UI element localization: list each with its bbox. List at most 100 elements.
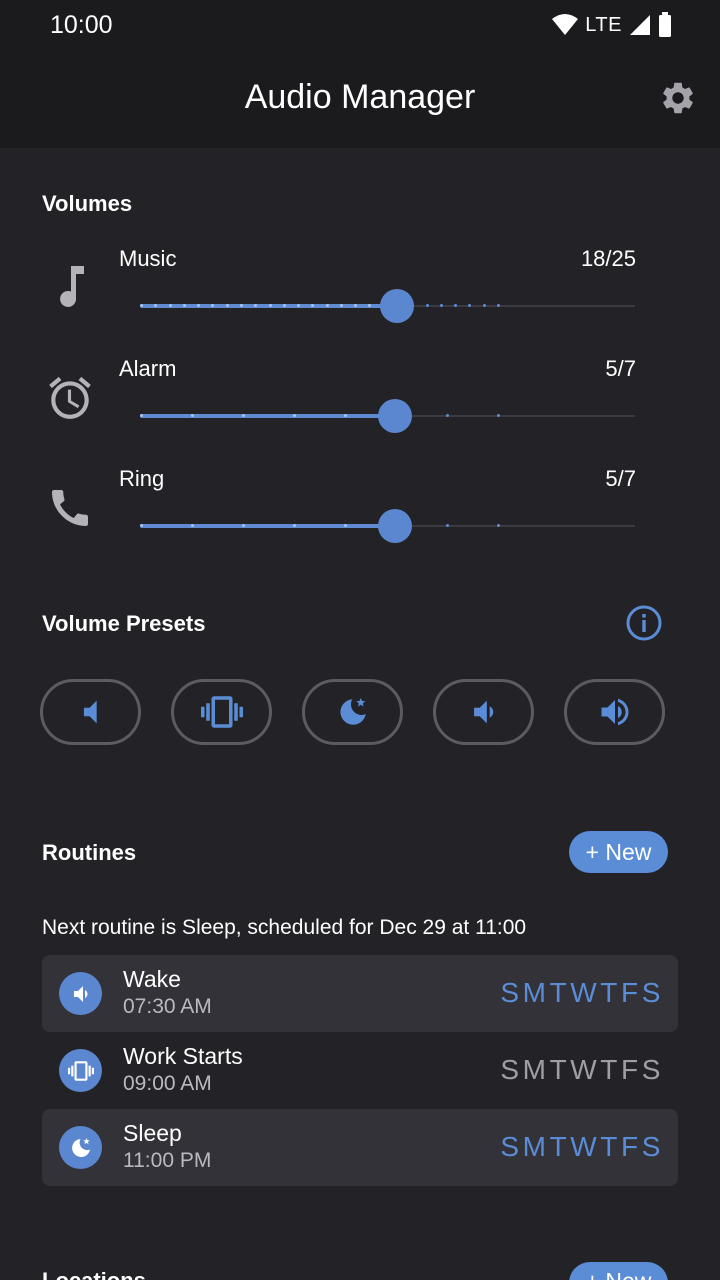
moon-star-icon: [71, 1137, 90, 1157]
settings-button[interactable]: [658, 78, 698, 118]
slider-tick: [211, 304, 214, 307]
routine-item-sleep[interactable]: Sleep 11:00 PM SMTWTFS: [42, 1109, 678, 1186]
slider-tick: [497, 414, 500, 417]
next-section-title: Locations: [42, 1268, 146, 1280]
slider-tick: [344, 414, 347, 417]
preset-mute-button[interactable]: [40, 679, 141, 745]
routine-time: 11:00 PM: [123, 1149, 212, 1172]
slider-tick: [440, 304, 443, 307]
slider-tick: [169, 304, 172, 307]
slider-tick: [297, 304, 300, 307]
network-type: LTE: [585, 13, 622, 36]
slider-tick: [140, 524, 143, 527]
phone-icon: [42, 480, 98, 536]
slider-tick: [497, 304, 500, 307]
slider-tick: [242, 414, 245, 417]
routine-days: SMTWTFS: [500, 1131, 664, 1162]
routine-icon: [59, 972, 102, 1015]
slider-tick: [269, 304, 272, 307]
music-note-icon: [42, 258, 98, 314]
battery-icon: [659, 12, 671, 37]
gear-icon: [663, 82, 693, 114]
volume-low-icon: [473, 700, 493, 724]
volume-low-icon: [73, 985, 87, 1002]
new-routine-button[interactable]: + New: [569, 831, 668, 873]
routine-name: Wake: [123, 966, 181, 992]
routine-icon: [59, 1126, 102, 1169]
slider-tick: [454, 304, 457, 307]
routine-days: SMTWTFS: [500, 1054, 664, 1085]
volume-high-icon: [601, 698, 628, 726]
slider-tick: [183, 304, 186, 307]
volume-label: Ring: [119, 466, 165, 491]
slider-tick: [240, 304, 243, 307]
volume-mute-icon: [83, 700, 97, 724]
volume-value: 5/7: [605, 356, 636, 381]
status-icons: LTE: [551, 12, 672, 38]
ring-volume-slider[interactable]: [140, 506, 635, 546]
alarm-clock-icon: [42, 370, 98, 426]
slider-tick: [340, 304, 343, 307]
volumes-title: Volumes: [42, 191, 133, 216]
preset-sleep-button[interactable]: [302, 679, 403, 745]
slider-tick: [226, 304, 229, 307]
slider-tick: [293, 524, 296, 527]
volume-label: Music: [119, 246, 177, 271]
volume-row-music: Music 18/25: [0, 240, 720, 340]
routine-item-work-starts[interactable]: Work Starts 09:00 AM SMTWTFS: [42, 1032, 678, 1109]
vibrate-icon: [67, 1060, 94, 1081]
preset-high-volume-button[interactable]: [564, 679, 665, 745]
slider-fill: [140, 524, 395, 528]
routines-title: Routines: [42, 840, 137, 865]
moon-star-icon: [339, 697, 366, 725]
volume-value: 18/25: [580, 246, 636, 271]
slider-thumb[interactable]: [378, 509, 412, 543]
slider-tick: [197, 304, 200, 307]
slider-tick: [497, 524, 500, 527]
volume-value: 5/7: [605, 466, 636, 491]
slider-tick: [140, 414, 143, 417]
slider-tick: [446, 524, 449, 527]
volume-row-ring: Ring 5/7: [0, 460, 720, 560]
slider-fill: [140, 414, 395, 418]
app-title: Audio Manager: [244, 78, 476, 116]
wifi-icon: [552, 14, 579, 35]
slider-tick: [354, 304, 357, 307]
next-routine-text: Next routine is Sleep, scheduled for Dec…: [42, 916, 527, 939]
slider-tick: [468, 304, 471, 307]
alarm-volume-slider[interactable]: [140, 396, 635, 436]
slider-tick: [191, 414, 194, 417]
preset-low-volume-button[interactable]: [433, 679, 534, 745]
slider-tick: [483, 304, 486, 307]
slider-tick: [344, 524, 347, 527]
app-bar: Audio Manager: [0, 52, 720, 148]
status-bar: 10:00 LTE: [0, 0, 720, 52]
routine-name: Sleep: [123, 1120, 182, 1146]
new-location-button[interactable]: + New: [569, 1262, 668, 1280]
routine-time: 07:30 AM: [123, 995, 212, 1018]
slider-tick: [191, 524, 194, 527]
slider-tick: [283, 304, 286, 307]
volume-label: Alarm: [119, 356, 177, 381]
slider-tick: [446, 414, 449, 417]
cell-signal-icon: [630, 15, 650, 35]
routine-time: 09:00 AM: [123, 1072, 212, 1095]
routine-icon: [59, 1049, 102, 1092]
routine-days: SMTWTFS: [500, 977, 664, 1008]
presets-info-button[interactable]: [625, 604, 663, 642]
slider-tick: [311, 304, 314, 307]
slider-tick: [242, 524, 245, 527]
slider-tick: [368, 304, 371, 307]
status-time: 10:00: [50, 11, 113, 39]
slider-tick: [293, 414, 296, 417]
slider-thumb[interactable]: [378, 399, 412, 433]
routine-name: Work Starts: [123, 1043, 243, 1069]
preset-vibrate-button[interactable]: [171, 679, 272, 745]
slider-thumb[interactable]: [380, 289, 414, 323]
slider-tick: [154, 304, 157, 307]
vibrate-icon: [200, 696, 243, 728]
slider-tick: [426, 304, 429, 307]
volume-presets-title: Volume Presets: [42, 611, 206, 636]
routine-item-wake[interactable]: Wake 07:30 AM SMTWTFS: [42, 955, 678, 1032]
music-volume-slider[interactable]: [140, 286, 635, 326]
